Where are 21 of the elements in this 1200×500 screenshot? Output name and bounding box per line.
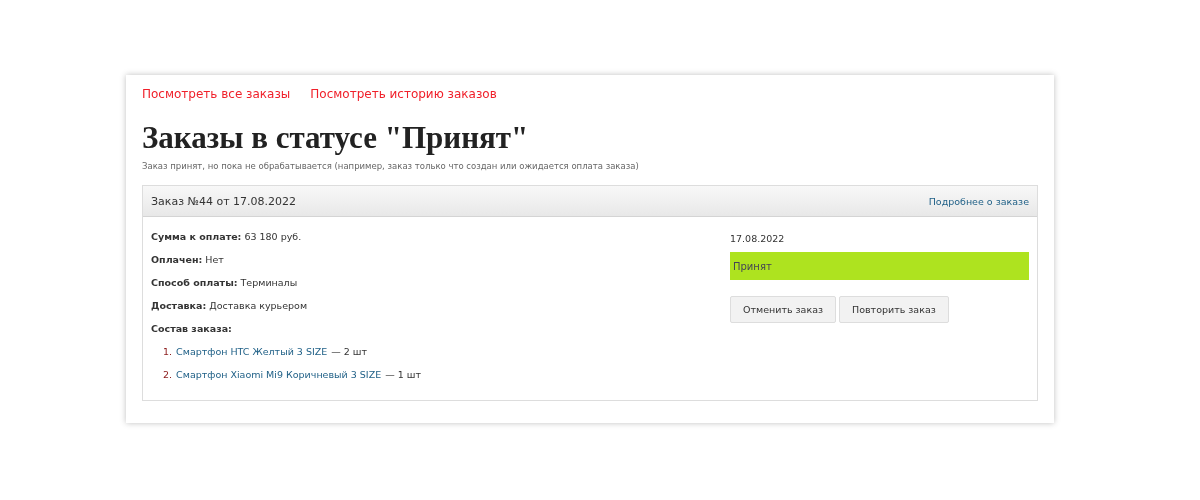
nav-link[interactable]: Посмотреть все заказы xyxy=(142,87,291,101)
order-action-button[interactable]: Отменить заказ xyxy=(730,296,837,324)
page-subtitle: Заказ принят, но пока не обрабатывается (например, заказ только что создан или ожидается оплата заказа) xyxy=(142,161,640,172)
product-link[interactable]: Смартфон Xiaomi Mi9 Коричневый 3 SIZE xyxy=(176,369,382,381)
order-items-label: Состав заказа: xyxy=(151,323,233,335)
order-date: 17.08.2022 xyxy=(730,233,786,245)
order-field: Способ оплаты: Терминалы xyxy=(151,277,730,289)
order-field: Доставка: Доставка курьером xyxy=(151,300,730,312)
order-field: Оплачен: Нет xyxy=(151,254,730,266)
product-link[interactable]: Смартфон HTC Желтый 3 SIZE xyxy=(176,346,328,358)
nav-link[interactable]: Посмотреть историю заказов xyxy=(310,87,497,101)
item-number: 1. xyxy=(163,346,173,358)
item-number: 2. xyxy=(163,369,173,381)
item-quantity: — 2 шт xyxy=(331,346,368,358)
order-details-link[interactable]: Подробнее о заказе xyxy=(928,195,1029,207)
order-title: Заказ №44 от 17.08.2022 xyxy=(151,194,297,208)
page-title: Заказы в статусе "Принят" xyxy=(142,121,530,156)
order-field: Сумма к оплате: 63 180 руб. xyxy=(151,231,730,243)
item-quantity: — 1 шт xyxy=(385,369,421,381)
order-status: Принят xyxy=(730,252,1029,281)
order-action-button[interactable]: Повторить заказ xyxy=(839,296,949,324)
